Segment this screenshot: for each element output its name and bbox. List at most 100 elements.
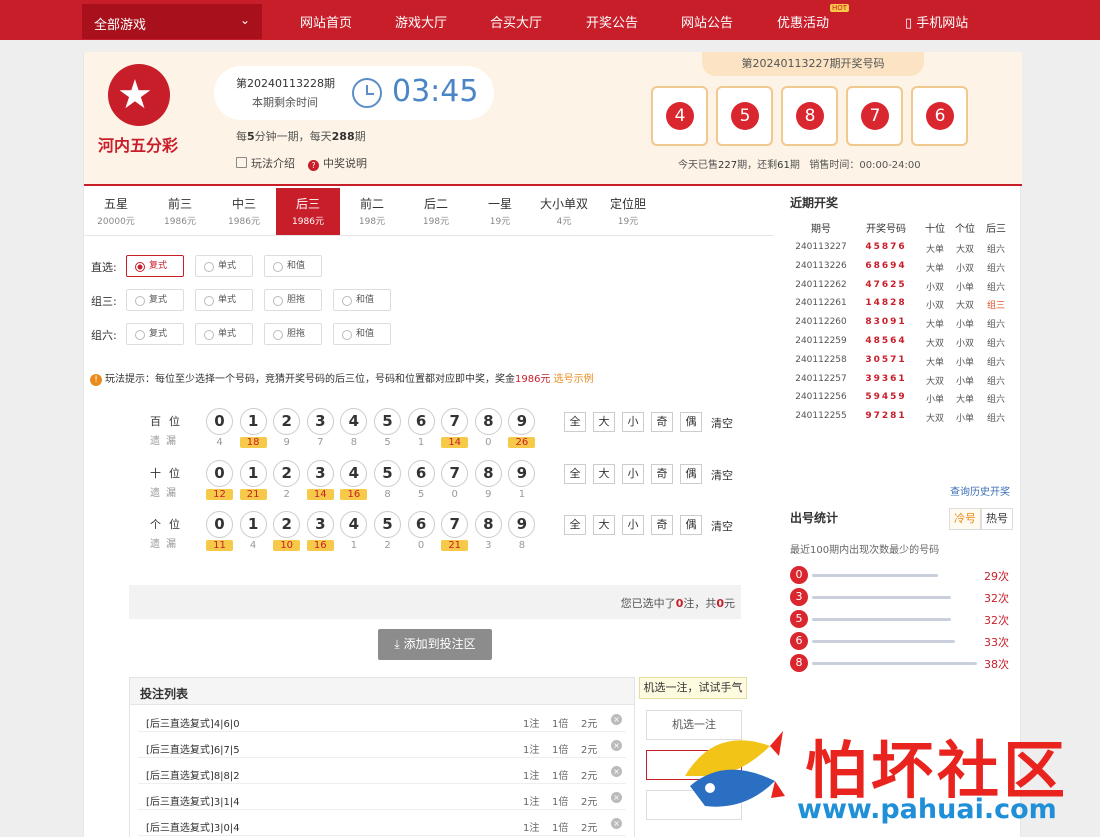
digit-ball-tens[interactable]: 3 xyxy=(306,460,334,487)
clear-button[interactable]: 清空 xyxy=(711,518,733,534)
option-zuliu-danshi[interactable]: 单式 xyxy=(195,323,253,345)
option-zusan-danshi[interactable]: 单式 xyxy=(195,289,253,311)
option-zhixuan-hezhi[interactable]: 和值 xyxy=(264,255,322,277)
table-row: 240112258 30571 大单 小单 组六 xyxy=(790,351,1015,370)
clear-button[interactable]: 清空 xyxy=(711,415,733,431)
close-icon[interactable]: × xyxy=(611,714,622,725)
digit-ball-hundreds[interactable]: 4 xyxy=(340,408,368,435)
digit-ball-units[interactable]: 5 xyxy=(374,511,401,538)
close-icon[interactable]: × xyxy=(611,766,622,777)
quick-select-button[interactable]: 全 xyxy=(564,464,586,484)
close-icon[interactable]: × xyxy=(611,792,622,803)
digit-ball-units[interactable]: 4 xyxy=(340,511,368,538)
question-icon: ? xyxy=(308,160,319,171)
digit-ball-units[interactable]: 0 xyxy=(206,511,233,538)
digit-ball-units[interactable]: 6 xyxy=(407,511,435,538)
tab-qianer[interactable]: 前二 198元 xyxy=(340,188,404,235)
digit-ball-hundreds[interactable]: 1 xyxy=(239,408,267,435)
tab-yixing[interactable]: 一星 19元 xyxy=(468,188,532,235)
digit-ball-tens[interactable]: 2 xyxy=(273,460,301,487)
digit-ball-hundreds[interactable]: 8 xyxy=(474,408,502,435)
quick-select-button[interactable]: 全 xyxy=(564,412,586,432)
quick-select-button[interactable]: 奇 xyxy=(651,515,673,535)
digit-ball-units[interactable]: 7 xyxy=(441,511,469,538)
digit-ball-hundreds[interactable]: 6 xyxy=(407,408,435,435)
digit-ball-units[interactable]: 3 xyxy=(306,511,334,538)
nav-promotions[interactable]: 优惠活动 xyxy=(777,12,829,31)
digit-ball-units[interactable]: 9 xyxy=(508,511,536,538)
option-zusan-fushi[interactable]: 复式 xyxy=(126,289,184,311)
quick-select-button[interactable]: 全 xyxy=(564,515,586,535)
digit-ball-units[interactable]: 2 xyxy=(273,511,301,538)
table-cell: 小单 xyxy=(955,357,974,368)
digit-ball-tens[interactable]: 4 xyxy=(340,460,368,487)
digit-ball-tens[interactable]: 9 xyxy=(508,460,536,487)
quick-select-button[interactable]: 奇 xyxy=(651,412,673,432)
nav-mobile[interactable]: ▯ 手机网站 xyxy=(905,12,968,31)
digit-ball-hundreds[interactable]: 7 xyxy=(441,408,469,435)
option-zhixuan-danshi[interactable]: 单式 xyxy=(195,255,253,277)
tab-cold-numbers[interactable]: 冷号 xyxy=(949,508,981,530)
tab-housan[interactable]: 后三 1986元 xyxy=(276,188,340,235)
tab-qiansan[interactable]: 前三 1986元 xyxy=(148,188,212,235)
digit-ball-tens[interactable]: 6 xyxy=(407,460,435,487)
digit-ball-tens[interactable]: 5 xyxy=(374,460,401,487)
document-icon xyxy=(236,157,247,168)
history-link[interactable]: 查询历史开奖 xyxy=(950,483,1010,498)
quick-select-button[interactable]: 大 xyxy=(593,464,615,484)
digit-ball-hundreds[interactable]: 9 xyxy=(508,408,536,435)
clear-button[interactable]: 清空 xyxy=(711,467,733,483)
digit-ball-hundreds[interactable]: 2 xyxy=(273,408,301,435)
digit-ball-tens[interactable]: 7 xyxy=(441,460,469,487)
warning-icon: ! xyxy=(90,374,102,386)
option-zuliu-dantuo[interactable]: 胆拖 xyxy=(264,323,322,345)
quick-select-button[interactable]: 大 xyxy=(593,515,615,535)
nav-game-hall[interactable]: 游戏大厅 xyxy=(395,12,447,31)
digit-ball-units[interactable]: 8 xyxy=(474,511,502,538)
option-zusan-dantuo[interactable]: 胆拖 xyxy=(264,289,322,311)
nav-home[interactable]: 网站首页 xyxy=(300,12,352,31)
nav-group-buy[interactable]: 合买大厅 xyxy=(490,12,542,31)
stat-bar xyxy=(812,662,977,665)
option-zuliu-fushi[interactable]: 复式 xyxy=(126,323,184,345)
nav-draw-notice[interactable]: 开奖公告 xyxy=(586,12,638,31)
rules-link[interactable]: 玩法介绍 xyxy=(236,155,295,171)
quick-select-button[interactable]: 小 xyxy=(622,464,644,484)
option-zusan-hezhi[interactable]: 和值 xyxy=(333,289,391,311)
quick-select-button[interactable]: 偶 xyxy=(680,464,702,484)
table-row: 240112260 83091 大单 小单 组六 xyxy=(790,313,1015,332)
close-icon[interactable]: × xyxy=(611,740,622,751)
bet-multiple: 1倍 xyxy=(552,823,569,834)
tab-dingweidan[interactable]: 定位胆 19元 xyxy=(596,188,660,235)
digit-ball-tens[interactable]: 1 xyxy=(239,460,267,487)
tab-hot-numbers[interactable]: 热号 xyxy=(981,508,1013,530)
nav-site-notice[interactable]: 网站公告 xyxy=(681,12,733,31)
tab-zhongsan[interactable]: 中三 1986元 xyxy=(212,188,276,235)
quick-select-button[interactable]: 小 xyxy=(622,515,644,535)
example-link[interactable]: 选号示例 xyxy=(554,374,594,385)
add-to-bet-button[interactable]: ⤓ 添加到投注区 xyxy=(378,629,492,660)
tab-houer[interactable]: 后二 198元 xyxy=(404,188,468,235)
digit-ball-units[interactable]: 1 xyxy=(239,511,267,538)
game-logo: ★ xyxy=(108,64,170,126)
digit-ball-hundreds[interactable]: 5 xyxy=(374,408,401,435)
option-zhixuan-fushi[interactable]: 复式 xyxy=(126,255,184,277)
tab-daxiaodanshuang[interactable]: 大小单双 4元 xyxy=(532,188,596,235)
stat-bar xyxy=(812,574,938,577)
table-cell: 大双 xyxy=(925,339,944,349)
miss-count: 0 xyxy=(485,437,492,448)
prize-info-link[interactable]: ? 中奖说明 xyxy=(308,155,367,171)
quick-select-button[interactable]: 偶 xyxy=(680,515,702,535)
digit-ball-tens[interactable]: 8 xyxy=(474,460,502,487)
quick-select-button[interactable]: 偶 xyxy=(680,412,702,432)
quick-select-button[interactable]: 奇 xyxy=(651,464,673,484)
digit-ball-hundreds[interactable]: 0 xyxy=(206,408,233,435)
option-zuliu-hezhi[interactable]: 和值 xyxy=(333,323,391,345)
quick-select-button[interactable]: 大 xyxy=(593,412,615,432)
digit-ball-tens[interactable]: 0 xyxy=(206,460,233,487)
digit-ball-hundreds[interactable]: 3 xyxy=(306,408,334,435)
tab-wuxing[interactable]: 五星 20000元 xyxy=(84,188,148,235)
quick-select-button[interactable]: 小 xyxy=(622,412,644,432)
close-icon[interactable]: × xyxy=(611,818,622,829)
all-games-dropdown[interactable]: 全部游戏 ⌄ xyxy=(82,4,262,39)
